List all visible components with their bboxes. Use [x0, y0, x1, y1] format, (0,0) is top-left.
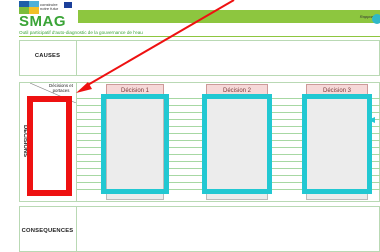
consequences-label: CONSEQUENCES [21, 228, 74, 234]
consequences-divider [76, 206, 77, 252]
